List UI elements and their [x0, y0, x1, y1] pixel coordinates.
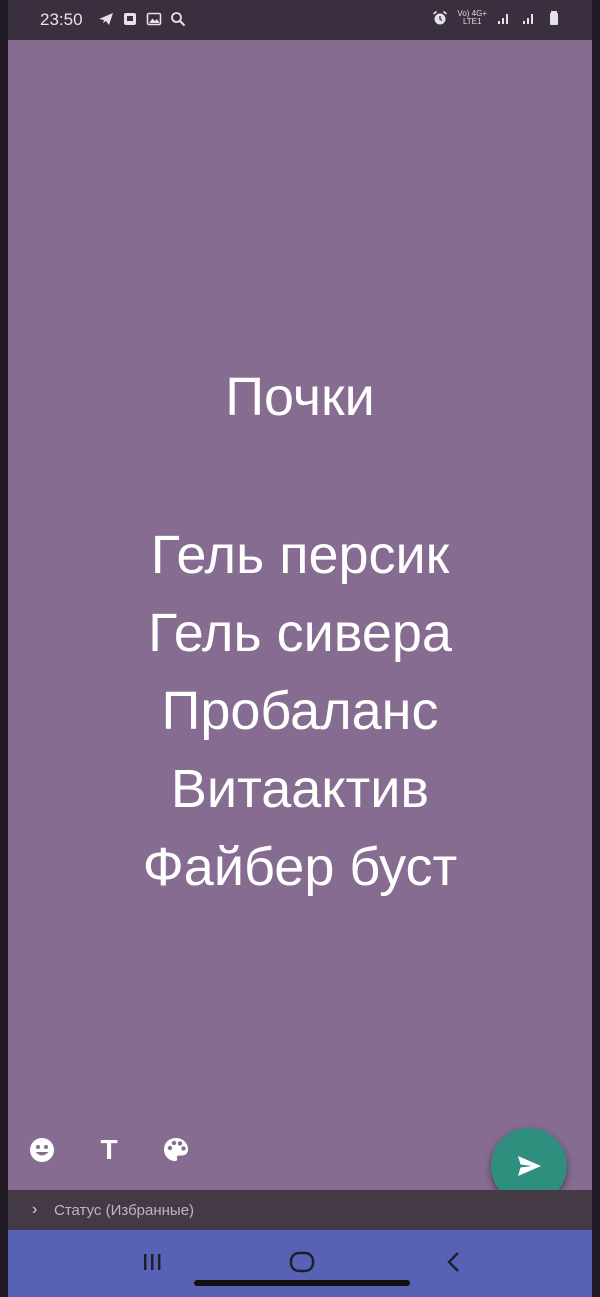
recents-button[interactable]: [122, 1242, 182, 1282]
text-font-button[interactable]: T: [91, 1132, 127, 1168]
chevron-right-icon: ›: [32, 1201, 38, 1218]
home-icon: [289, 1251, 315, 1273]
status-line: Витаактив: [170, 759, 430, 819]
status-message[interactable]: Почки Гель персик Гель сивера Пробаланс …: [0, 358, 600, 906]
status-line: Пробаланс: [161, 681, 439, 741]
emoji-button[interactable]: [24, 1132, 60, 1168]
status-title: Почки: [225, 367, 375, 427]
alarm-icon: [433, 10, 448, 25]
signal-2-icon: [523, 14, 533, 24]
navigation-bar: [8, 1230, 592, 1297]
palette-icon: [164, 1138, 188, 1161]
back-button[interactable]: [424, 1242, 484, 1282]
back-icon: [447, 1252, 459, 1272]
screen: 23:50 Vo) 4G+ LTE1 Почки Гель персик Гел…: [0, 0, 600, 1297]
status-line: Файбер буст: [142, 837, 458, 897]
search-icon: [171, 12, 186, 27]
audience-label: Статус (Избранные): [54, 1201, 195, 1219]
status-canvas[interactable]: Почки Гель персик Гель сивера Пробаланс …: [8, 40, 592, 1190]
telegram-icon: [99, 13, 113, 25]
gallery-icon: [146, 12, 162, 26]
status-line: Гель сивера: [148, 603, 452, 663]
color-palette-button[interactable]: [158, 1132, 194, 1168]
status-line: Гель персик: [150, 525, 450, 585]
signal-1-icon: [498, 14, 508, 24]
network-indicator: Vo) 4G+ LTE1: [457, 10, 487, 26]
emoji-icon: [30, 1138, 54, 1162]
status-bar: 23:50 Vo) 4G+ LTE1: [8, 0, 592, 40]
battery-icon: [550, 11, 558, 25]
network-bottom-label: LTE1: [462, 17, 482, 26]
text-font-label: T: [100, 1134, 118, 1165]
home-button[interactable]: [272, 1242, 332, 1282]
send-icon: [518, 1156, 541, 1176]
recents-icon: [144, 1254, 161, 1270]
status-time: 23:50: [40, 10, 83, 29]
audience-selector[interactable]: › Статус (Избранные): [8, 1190, 592, 1230]
status-left-icons: [98, 11, 186, 27]
gesture-handle[interactable]: [194, 1280, 410, 1286]
status-right-icons: Vo) 4G+ LTE1: [432, 10, 562, 26]
square-notification-icon: [124, 13, 136, 25]
